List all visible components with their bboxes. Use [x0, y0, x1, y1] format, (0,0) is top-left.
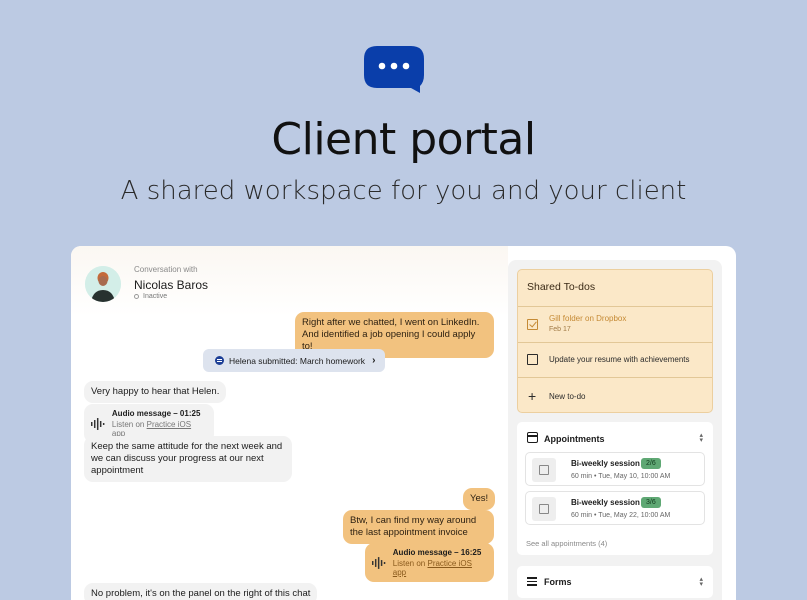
- shared-todos-panel: Shared To-dos Gill folder on Dropbox Feb…: [517, 269, 713, 413]
- status-indicator: Inactive: [134, 293, 167, 300]
- appointment-meta: 60 min • Tue, May 22, 10:00 AM: [571, 512, 671, 519]
- forms-title: Forms: [544, 577, 572, 587]
- portal-window: Conversation with Nicolas Baros Inactive…: [71, 246, 736, 600]
- todo-item[interactable]: Gill folder on Dropbox Feb 17: [518, 306, 712, 342]
- appointment-name: Bi-weekly session: [571, 459, 640, 468]
- message-outgoing: Yes!: [463, 488, 496, 510]
- calendar-icon: [527, 432, 538, 443]
- message-incoming: No problem, it's on the panel on the rig…: [84, 583, 318, 600]
- homework-submission-pill[interactable]: Helena submitted: March homework ›: [203, 349, 386, 372]
- audio-listen-label: Listen on: [392, 559, 426, 568]
- appointments-panel: Appointments ▴ ▾ Bi-weekly session 2/6 60…: [517, 422, 713, 555]
- todo-checkbox[interactable]: [527, 354, 538, 365]
- plus-icon: +: [528, 388, 537, 404]
- conversation-with-label: Conversation with: [134, 265, 198, 274]
- appointment-meta: 60 min • Tue, May 10, 10:00 AM: [571, 473, 671, 480]
- chat-header: Conversation with Nicolas Baros Inactive: [71, 246, 508, 316]
- chevron-right-icon: ›: [372, 355, 376, 366]
- audio-title: Audio message – 16:25: [392, 548, 482, 557]
- status-text: Inactive: [143, 293, 168, 300]
- appointment-card[interactable]: Bi-weekly session 3/6 60 min • Tue, May …: [525, 491, 705, 525]
- todo-item[interactable]: Update your resume with achievements: [518, 342, 712, 377]
- message-outgoing: Btw, I can find my way around the last a…: [343, 510, 494, 544]
- system-message-text: Helena submitted: March homework: [229, 355, 366, 366]
- audio-message[interactable]: Audio message – 16:25 Listen on Practice…: [365, 543, 494, 582]
- session-count-badge: 3/6: [641, 497, 661, 508]
- session-count-badge: 2/6: [641, 458, 661, 469]
- message-incoming: Keep the same attitude for the next week…: [84, 436, 292, 482]
- see-all-appointments-link[interactable]: See all appointments (4): [526, 539, 607, 548]
- chat-bubble-icon: [364, 46, 424, 93]
- client-name: Nicolas Baros: [134, 278, 209, 292]
- audio-title: Audio message – 01:25: [111, 409, 201, 418]
- appointment-card[interactable]: Bi-weekly session 2/6 60 min • Tue, May …: [525, 452, 705, 486]
- appointments-title: Appointments: [544, 434, 605, 444]
- chat-panel: Conversation with Nicolas Baros Inactive…: [71, 246, 508, 600]
- new-todo-label: New to-do: [549, 392, 586, 401]
- waveform-icon: [91, 417, 105, 430]
- page-subtitle: A shared workspace for you and your clie…: [120, 176, 687, 206]
- new-todo-button[interactable]: + New to-do: [518, 377, 712, 412]
- audio-listen-label: Listen on: [111, 420, 145, 429]
- appointment-calendar-icon: [532, 458, 556, 482]
- waveform-icon: [372, 556, 386, 569]
- forms-panel[interactable]: Forms ▴ ▾: [517, 566, 713, 598]
- list-icon: [527, 577, 537, 586]
- appointment-name: Bi-weekly session: [571, 498, 640, 507]
- message-incoming: Very happy to hear that Helen.: [84, 381, 227, 403]
- status-dot-icon: [134, 294, 139, 299]
- expand-toggle-icon[interactable]: ▴ ▾: [699, 576, 703, 588]
- todo-date: Feb 17: [549, 326, 571, 333]
- expand-toggle-icon[interactable]: ▴ ▾: [699, 432, 703, 444]
- form-icon: [215, 356, 224, 365]
- page-title: Client portal: [271, 114, 536, 165]
- appointment-calendar-icon: [532, 497, 556, 521]
- todo-checkbox[interactable]: [527, 319, 538, 330]
- todo-label: Gill folder on Dropbox: [549, 314, 627, 323]
- avatar-portrait-icon: [85, 266, 121, 302]
- todo-label: Update your resume with achievements: [549, 355, 690, 364]
- todos-title: Shared To-dos: [527, 281, 596, 293]
- side-panel: Shared To-dos Gill folder on Dropbox Feb…: [508, 260, 722, 600]
- avatar[interactable]: [85, 266, 121, 302]
